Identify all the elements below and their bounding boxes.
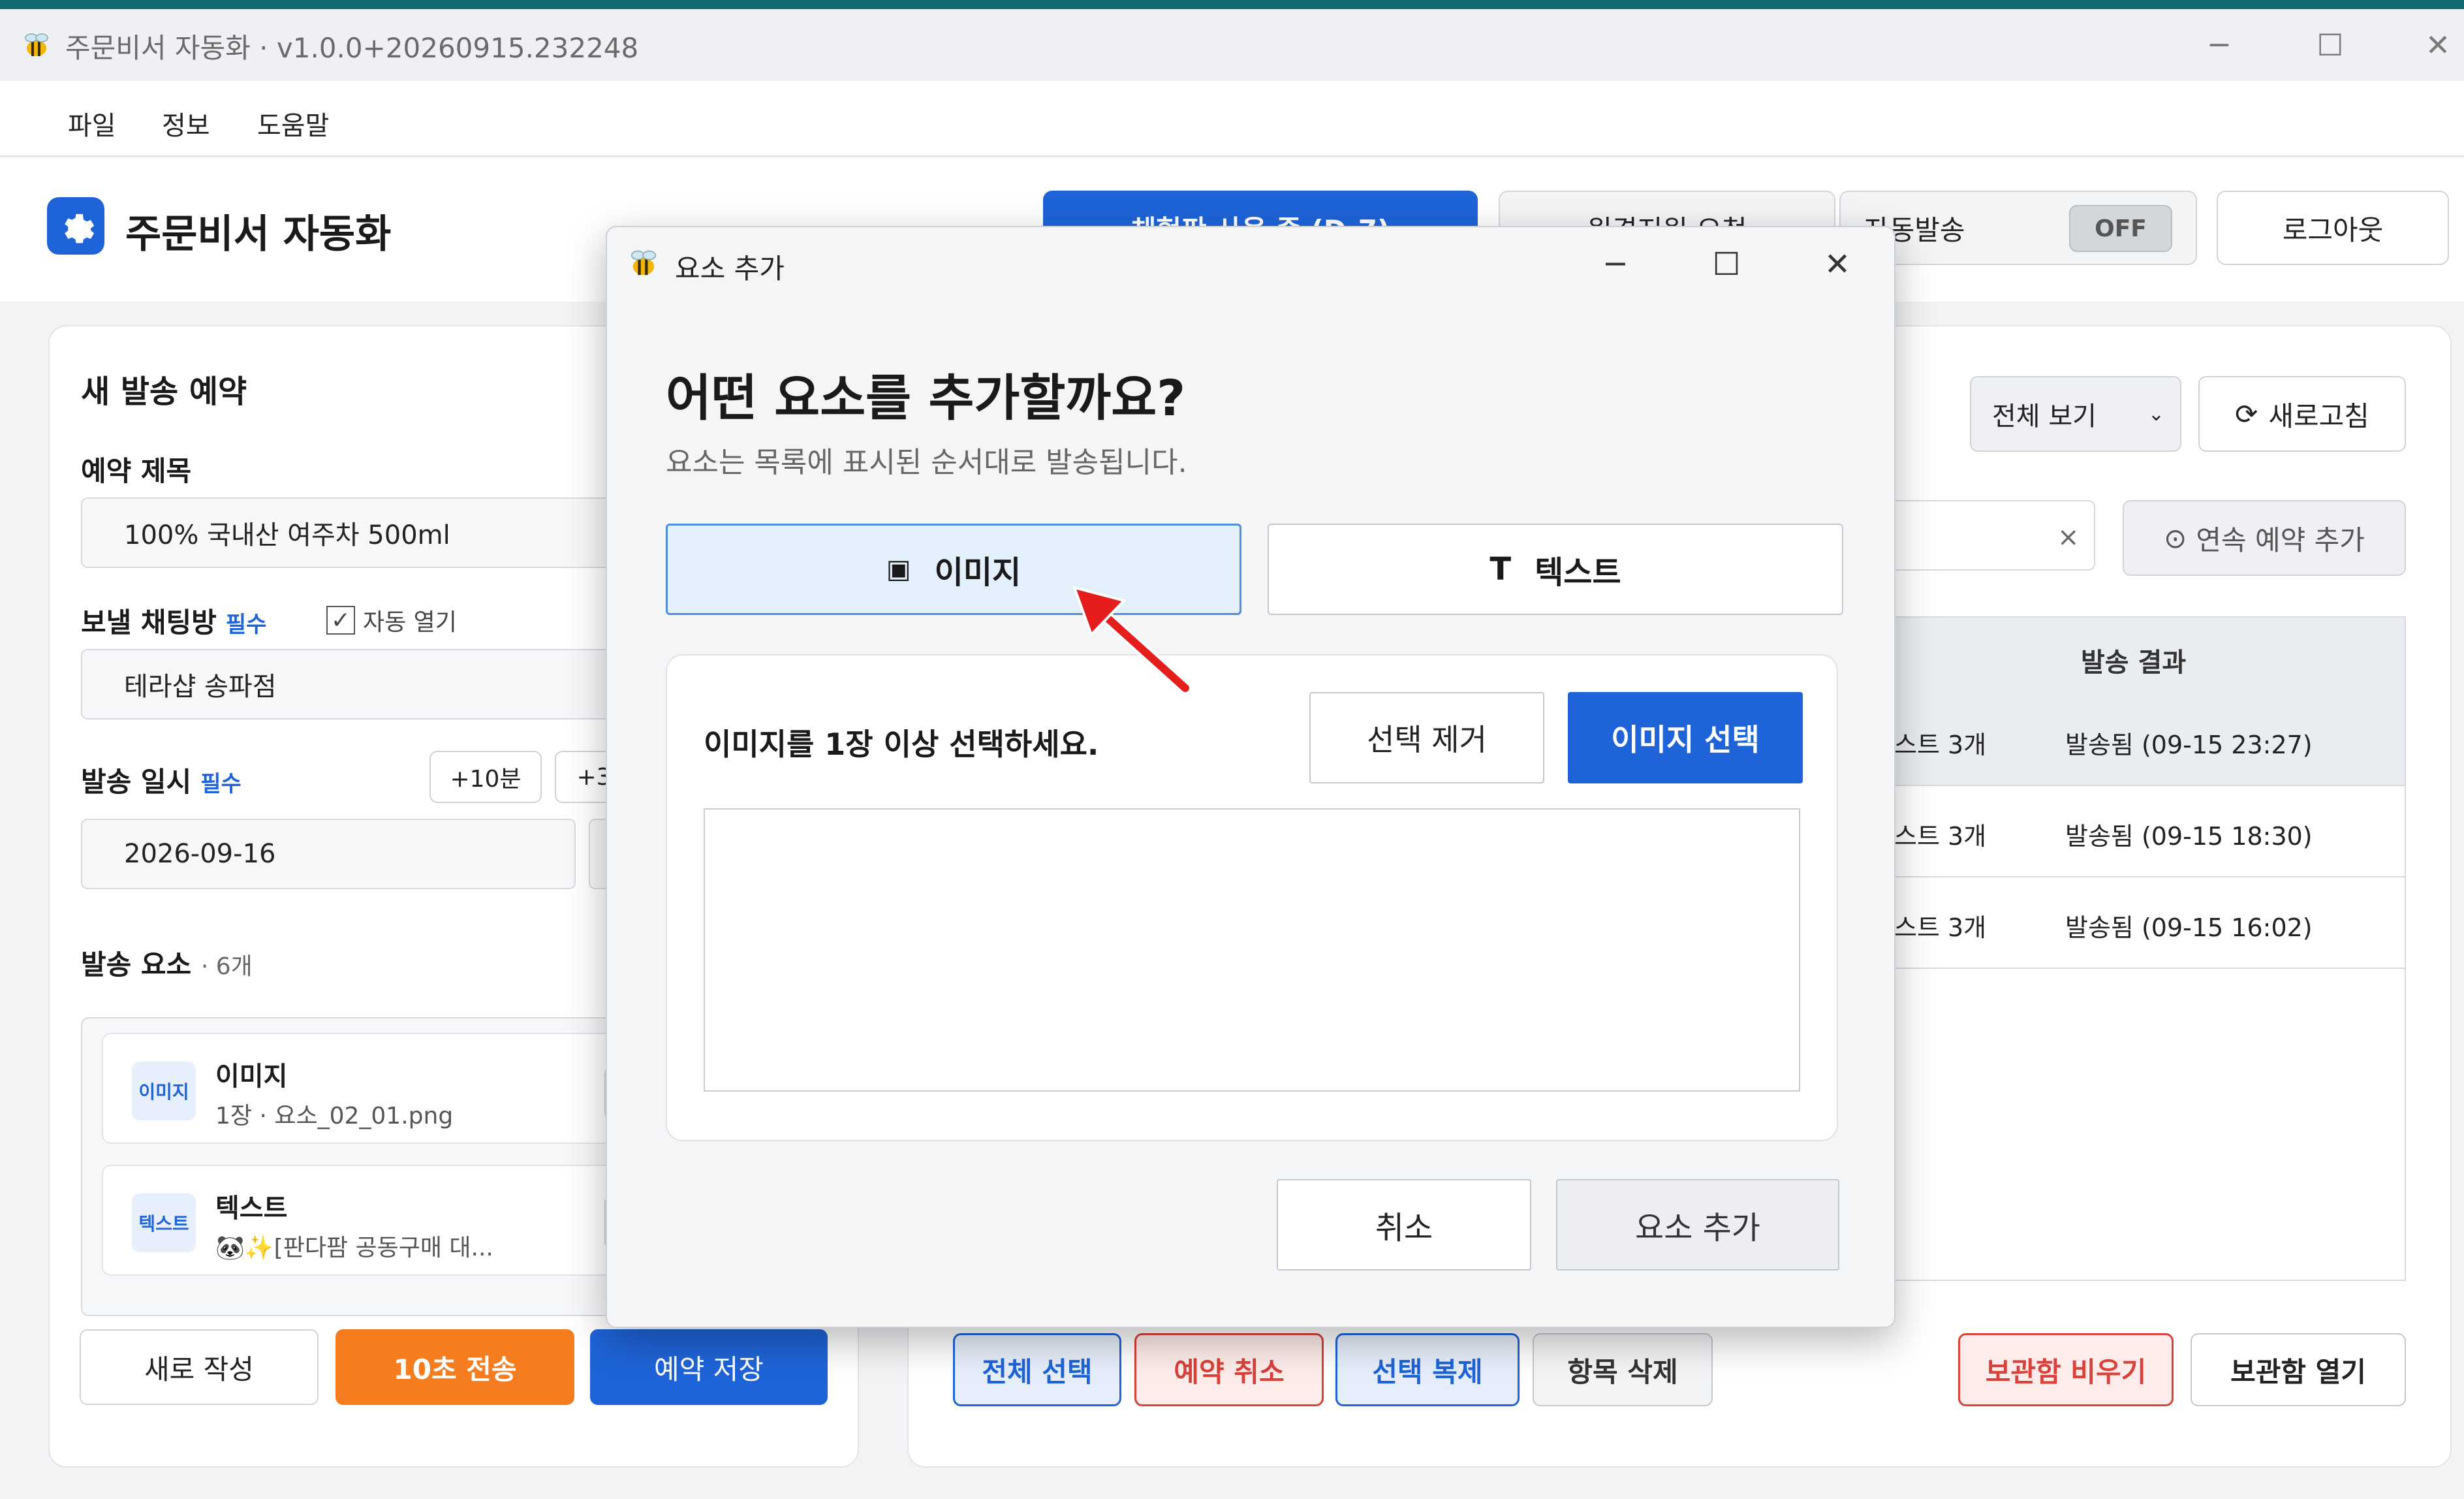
chevron-down-icon: ⌄ (2147, 402, 2164, 426)
row-items: 스트 3개 (1894, 913, 1987, 942)
send-10s-button[interactable]: 10초 전송 (335, 1329, 574, 1405)
menu-help[interactable]: 도움말 (257, 104, 329, 142)
menu-file[interactable]: 파일 (68, 104, 116, 142)
clear-search-icon[interactable]: × (2057, 522, 2080, 552)
brand-title: 주문비서 자동화 (125, 212, 392, 257)
image-icon: ▣ (886, 554, 911, 584)
list-item[interactable]: 이미지 이미지 1장 · 요소_02_01.png ↑ (102, 1033, 657, 1144)
element-title: 이미지 (215, 1062, 288, 1092)
list-item[interactable]: 텍스트 텍스트 🐼✨[판다팜 공동구매 대... ↑ (102, 1165, 657, 1276)
title-bar: 주문비서 자동화 · v1.0.0+20260915.232248 ─ ☐ ✕ (0, 9, 2464, 81)
send-time-label: 발송 일시 필수 (81, 760, 242, 800)
save-reservation-button[interactable]: 예약 저장 (590, 1329, 828, 1405)
open-archive-button[interactable]: 보관함 열기 (2191, 1333, 2406, 1406)
maximize-icon[interactable]: ☐ (2301, 24, 2360, 67)
elements-label: 발송 요소 · 6개 (81, 943, 253, 983)
empty-archive-button[interactable]: 보관함 비우기 (1958, 1333, 2174, 1406)
continuous-add-button[interactable]: ⊙ 연속 예약 추가 (2123, 500, 2406, 576)
new-button[interactable]: 새로 작성 (80, 1329, 319, 1405)
menu-info[interactable]: 정보 (162, 104, 210, 142)
chat-room-label-text: 보낼 채팅방 (81, 607, 217, 639)
refresh-label: 새로고침 (2268, 400, 2369, 432)
table-row[interactable]: 스트 3개 발송됨 (09-15 16:02) (1881, 877, 2405, 969)
menu-bar: 파일 정보 도움말 (0, 81, 2464, 157)
view-filter-select[interactable]: 전체 보기 ⌄ (1970, 376, 2181, 452)
choose-image-button[interactable]: 이미지 선택 (1568, 692, 1803, 783)
dialog-title: 요소 추가 (675, 253, 785, 285)
row-result: 발송됨 (09-15 18:30) (2065, 822, 2313, 851)
image-drop-area[interactable] (704, 808, 1800, 1092)
add-element-dialog: 요소 추가 ─ ☐ ✕ 어떤 요소를 추가할까요? 요소는 목록에 표시된 순서… (606, 226, 1895, 1328)
bee-logo-icon (25, 33, 48, 56)
minimize-icon[interactable]: ─ (2190, 24, 2249, 67)
send-time-label-text: 발송 일시 (81, 766, 192, 798)
dialog-heading: 어떤 요소를 추가할까요? (666, 369, 1186, 427)
element-type-badge: 텍스트 (132, 1193, 196, 1252)
duplicate-button[interactable]: 선택 복제 (1335, 1333, 1520, 1406)
view-filter-value: 전체 보기 (1992, 402, 2097, 432)
column-result: 발송 결과 (2081, 648, 2187, 678)
refresh-button[interactable]: ⟳ 새로고침 (2198, 376, 2406, 452)
required-badge: 필수 (225, 612, 267, 638)
delete-item-button[interactable]: 항목 삭제 (1533, 1333, 1713, 1406)
cancel-button[interactable]: 취소 (1277, 1179, 1531, 1270)
add-element-button[interactable]: 요소 추가 (1556, 1179, 1839, 1270)
title-label: 예약 제목 (81, 455, 192, 487)
element-type-badge: 이미지 (132, 1062, 196, 1120)
plus-10min-button[interactable]: +10분 (429, 751, 542, 803)
image-selection-panel: 이미지를 1장 이상 선택하세요. 선택 제거 이미지 선택 (666, 654, 1838, 1141)
check-icon: ✓ (326, 606, 355, 635)
continuous-add-label: 연속 예약 추가 (2196, 524, 2365, 556)
type-text-label: 텍스트 (1535, 554, 1621, 591)
type-text-button[interactable]: T 텍스트 (1268, 524, 1843, 615)
row-items: 스트 3개 (1894, 822, 1987, 851)
select-all-button[interactable]: 전체 선택 (953, 1333, 1121, 1406)
row-result: 발송됨 (09-15 23:27) (2065, 731, 2313, 759)
dialog-subheading: 요소는 목록에 표시된 순서대로 발송됩니다. (666, 446, 1187, 479)
element-title: 텍스트 (215, 1193, 288, 1223)
table-header: 발송 결과 (1881, 618, 2405, 695)
element-subtitle: 🐼✨[판다팜 공동구매 대... (215, 1235, 493, 1261)
table-row[interactable]: 스트 3개 발송됨 (09-15 18:30) (1881, 786, 2405, 877)
auto-open-checkbox[interactable]: ✓ 자동 열기 (326, 603, 457, 637)
element-subtitle: 1장 · 요소_02_01.png (215, 1103, 454, 1129)
bee-logo-icon (631, 250, 657, 276)
window-title: 주문비서 자동화 · v1.0.0+20260915.232248 (65, 32, 639, 64)
type-image-label: 이미지 (934, 554, 1021, 591)
logout-button[interactable]: 로그아웃 (2217, 191, 2449, 265)
text-icon: T (1489, 551, 1512, 588)
elements-count: · 6개 (200, 953, 253, 980)
required-badge: 필수 (200, 771, 242, 797)
section-title: 새 발송 예약 (81, 373, 247, 410)
cancel-reservation-button[interactable]: 예약 취소 (1134, 1333, 1324, 1406)
table-row[interactable]: 스트 3개 발송됨 (09-15 23:27) (1881, 695, 2405, 786)
auto-send-toggle[interactable]: OFF (2069, 205, 2172, 252)
maximize-icon[interactable]: ☐ (1697, 242, 1756, 287)
image-prompt: 이미지를 1장 이상 선택하세요. (704, 727, 1099, 762)
chat-room-label: 보낼 채팅방 필수 (81, 601, 266, 640)
send-date-input[interactable]: 2026-09-16 (81, 819, 576, 889)
gear-icon (47, 197, 104, 255)
minimize-icon[interactable]: ─ (1586, 242, 1645, 287)
reservation-table: 발송 결과 스트 3개 발송됨 (09-15 23:27) 스트 3개 발송됨 … (1880, 616, 2406, 1281)
row-items: 스트 3개 (1894, 731, 1987, 759)
plus-circle-icon: ⊙ (2164, 522, 2187, 554)
close-icon[interactable]: ✕ (2409, 24, 2464, 67)
elements-label-text: 발송 요소 (81, 949, 192, 981)
row-result: 발송됨 (09-15 16:02) (2065, 913, 2313, 942)
refresh-icon: ⟳ (2235, 398, 2258, 430)
auto-open-label: 자동 열기 (363, 609, 457, 636)
clear-selection-button[interactable]: 선택 제거 (1309, 692, 1544, 783)
close-icon[interactable]: ✕ (1808, 242, 1867, 287)
pointer-arrow-icon (1072, 586, 1192, 695)
